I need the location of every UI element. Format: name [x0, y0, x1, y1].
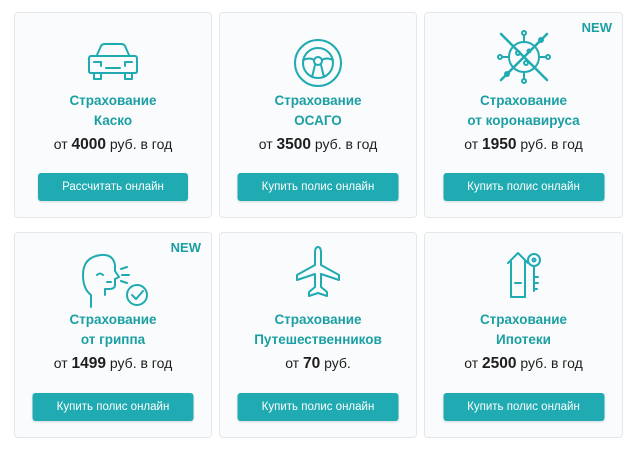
card-kasko: Страхование Каско от 4000 руб. в год Рас… — [14, 12, 212, 218]
buy-policy-online-button[interactable]: Купить полис онлайн — [237, 393, 399, 421]
buy-policy-online-button[interactable]: Купить полис онлайн — [443, 393, 604, 421]
buy-policy-online-button[interactable]: Купить полис онлайн — [32, 393, 194, 421]
card-title: Страхование Каско — [69, 93, 157, 128]
house-key-icon — [504, 247, 544, 299]
buy-policy-online-button[interactable]: Купить полис онлайн — [443, 173, 604, 201]
card-osago: Страхование ОСАГО от 3500 руб. в год Куп… — [219, 12, 417, 218]
card-coronavirus: NEW Страхование от коронавируса от 1950 … — [424, 12, 623, 218]
car-icon — [87, 41, 139, 85]
card-title: Страхование ОСАГО — [274, 93, 362, 128]
price: от 3500 руб. в год — [258, 136, 378, 153]
new-badge: NEW — [581, 20, 612, 35]
virus-crossed-icon — [494, 27, 554, 87]
card-title: Страхование Ипотеки — [479, 312, 568, 347]
sneezing-person-check-icon — [77, 249, 149, 309]
card-title: Страхование Путешественников — [254, 312, 382, 347]
card-mortgage: Страхование Ипотеки от 2500 руб. в год К… — [424, 232, 623, 438]
steering-wheel-icon — [292, 37, 344, 89]
buy-policy-online-button[interactable]: Купить полис онлайн — [237, 173, 399, 201]
calculate-online-button[interactable]: Рассчитать онлайн — [38, 173, 188, 201]
card-flu: NEW Страхование от гриппа от 1499 руб. в… — [14, 232, 212, 438]
price: от 1950 руб. в год — [464, 136, 583, 153]
card-travel: Страхование Путешественников от 70 руб. … — [219, 232, 417, 438]
new-badge: NEW — [170, 240, 201, 255]
card-title: Страхование от коронавируса — [467, 93, 580, 128]
price: от 1499 руб. в год — [53, 355, 173, 372]
card-title: Страхование от гриппа — [69, 312, 157, 347]
price: от 70 руб. — [285, 355, 351, 372]
airplane-icon — [294, 245, 342, 299]
price: от 4000 руб. в год — [53, 136, 173, 153]
price: от 2500 руб. в год — [464, 355, 583, 372]
